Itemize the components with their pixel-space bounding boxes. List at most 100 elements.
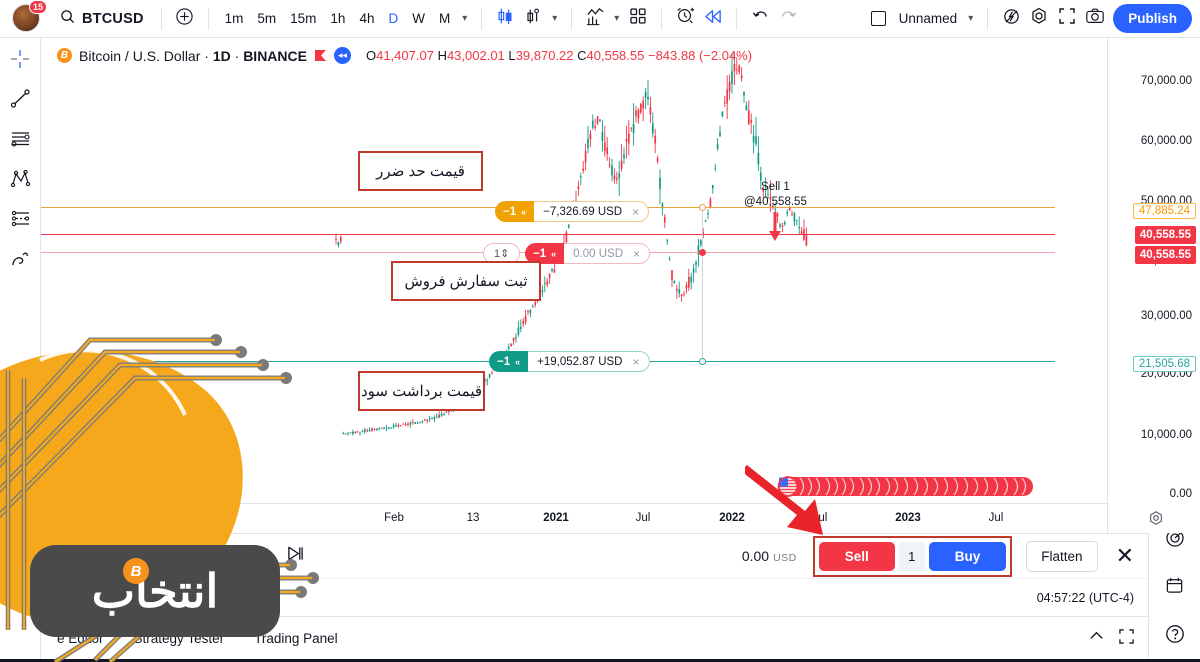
create-alert-button[interactable]	[671, 5, 699, 33]
timeframe-4h[interactable]: 4h	[352, 7, 381, 30]
indicators-chevron-down-icon[interactable]: ▾	[609, 9, 624, 28]
sell-arrow-down-icon	[769, 211, 782, 241]
timeframe-W[interactable]: W	[405, 7, 432, 30]
snapshot-button[interactable]	[1081, 5, 1109, 33]
tab-pine-editor[interactable]: e Editor	[55, 627, 106, 650]
timeframe-D[interactable]: D	[381, 7, 405, 30]
stop-loss-qty[interactable]: −1 «	[495, 201, 535, 222]
tab-trading-panel[interactable]: Trading Panel	[252, 627, 340, 650]
layout-name-label[interactable]: Unnamed	[893, 7, 964, 30]
crosshair-tool[interactable]	[5, 46, 35, 76]
legend-title: Bitcoin / U.S. Dollar · 1D · BINANCE	[79, 47, 307, 64]
export-data-button[interactable]	[130, 584, 160, 612]
entry-collapse-icon[interactable]: «	[551, 249, 556, 259]
time-axis[interactable]: Feb 13 2021 Jul 2022 Jul 2023 Jul	[41, 503, 1148, 533]
filter-all-button[interactable]: All	[55, 586, 81, 609]
undo-button[interactable]	[746, 5, 774, 33]
fullscreen-button[interactable]	[1053, 5, 1081, 33]
replay-jump-to-end-button[interactable]	[280, 542, 310, 570]
panel-controls	[1088, 628, 1134, 650]
layout-select-button[interactable]	[865, 5, 893, 33]
timeframe-1m[interactable]: 1m	[218, 7, 251, 30]
axis-settings-icon[interactable]	[1148, 510, 1164, 531]
bar-style-button[interactable]	[519, 5, 547, 33]
play-icon	[171, 545, 188, 567]
tab-strategy-tester[interactable]: Strategy Tester	[132, 627, 227, 650]
help-panel-button[interactable]	[1159, 620, 1191, 652]
stop-loss-order-pill[interactable]: −1 « −7,326.69 USD ×	[495, 201, 650, 222]
pnl-currency: USD	[773, 552, 797, 564]
chart-legend: B Bitcoin / U.S. Dollar · 1D · BINANCE ◂…	[57, 47, 752, 64]
chart-settings-button[interactable]	[1025, 5, 1053, 33]
add-symbol-button[interactable]	[171, 5, 199, 33]
stop-loss-handle[interactable]	[699, 204, 706, 211]
timeframe-more-chevron-down-icon[interactable]: ▾	[457, 9, 472, 28]
divider	[571, 7, 573, 30]
replay-rewind-icon[interactable]: ◂◂	[333, 47, 351, 64]
stop-loss-collapse-icon[interactable]: «	[521, 207, 526, 217]
current-price-tag[interactable]: 40,558.55	[1134, 226, 1196, 244]
sell-marker-line1: Sell 1	[761, 181, 790, 193]
user-avatar[interactable]: 15	[12, 0, 47, 34]
stop-loss-price-tag[interactable]: 47,885.24	[1132, 203, 1196, 219]
trend-line-tool[interactable]	[5, 86, 35, 116]
quantity-input[interactable]: 1	[898, 541, 925, 571]
horizontal-lines-tool[interactable]	[5, 126, 35, 156]
timeframe-M[interactable]: M	[432, 7, 457, 30]
stop-loss-close-icon[interactable]: ×	[632, 205, 639, 219]
templates-button[interactable]	[624, 5, 652, 33]
order-price-tag[interactable]: 40,558.55	[1134, 246, 1196, 264]
timeframe-15m[interactable]: 15m	[283, 7, 323, 30]
take-profit-price-tag[interactable]: 21,505.68	[1132, 356, 1196, 372]
stop-loss-body: −7,326.69 USD ×	[534, 201, 650, 222]
take-profit-handle[interactable]	[699, 358, 706, 365]
take-profit-order-pill[interactable]: −1 « +19,052.87 USD ×	[489, 351, 650, 372]
indicators-button[interactable]	[581, 5, 609, 33]
alarm-clock-plus-icon	[675, 6, 695, 31]
bar-replay-button[interactable]	[699, 5, 727, 33]
calendar-panel-button[interactable]	[1159, 572, 1191, 604]
camera-icon	[1085, 6, 1105, 31]
entry-close-icon[interactable]: ×	[633, 247, 640, 261]
price-axis[interactable]: 70,000.00 60,000.00 50,000.00 40,000.00 …	[1107, 38, 1200, 533]
quick-save-button[interactable]	[997, 5, 1025, 33]
step-forward-icon	[201, 545, 218, 567]
buy-button[interactable]: Buy	[928, 541, 1007, 571]
timeframe-5m[interactable]: 5m	[250, 7, 283, 30]
annotation-take-profit-price: قیمت برداشت سود	[358, 371, 485, 411]
symbol-search[interactable]: BTCUSD	[52, 6, 152, 32]
time-tick-2022: 2022	[719, 512, 745, 524]
chevron-up-icon[interactable]	[1088, 628, 1105, 650]
price-tick-10000: 10,000.00	[1140, 429, 1192, 441]
export-icon	[136, 587, 154, 608]
entry-handle[interactable]	[699, 249, 706, 256]
chart-style-chevron-down-icon[interactable]: ▾	[547, 9, 562, 28]
annotation-place-sell-order: ثبت سفارش فروش	[391, 261, 541, 301]
replay-play-button[interactable]	[165, 542, 195, 570]
replay-step-forward-button[interactable]	[195, 542, 225, 570]
layout-chevron-down-icon[interactable]: ▾	[963, 9, 978, 28]
redo-button[interactable]	[774, 5, 802, 33]
select-bar-dropdown[interactable]: Select bar ▾	[55, 545, 140, 568]
replay-speed-button[interactable]: 3x	[225, 545, 255, 568]
close-icon[interactable]: ✕	[1116, 545, 1134, 567]
publish-button[interactable]: Publish	[1113, 4, 1192, 33]
pitchfork-tool[interactable]	[5, 166, 35, 196]
rewind-icon	[704, 7, 723, 31]
patterns-tool[interactable]	[5, 206, 35, 236]
flatten-button[interactable]: Flatten	[1026, 540, 1098, 572]
quick-save-icon	[1002, 7, 1021, 31]
maximize-icon[interactable]	[1119, 628, 1134, 649]
take-profit-collapse-icon[interactable]: «	[515, 357, 520, 367]
time-tick-feb: Feb	[384, 512, 404, 524]
timeframe-1h[interactable]: 1h	[323, 7, 352, 30]
chart-style-button[interactable]	[491, 5, 519, 33]
horizontal-lines-icon	[10, 128, 31, 154]
entry-order-pill[interactable]: −1 « 0.00 USD ×	[525, 243, 651, 264]
bitcoin-coin-icon: B	[57, 48, 72, 63]
take-profit-close-icon[interactable]: ×	[633, 355, 640, 369]
take-profit-qty[interactable]: −1 «	[489, 351, 529, 372]
brush-tool[interactable]	[5, 246, 35, 276]
current-price-line[interactable]	[41, 234, 1055, 235]
chart-canvas[interactable]: B Bitcoin / U.S. Dollar · 1D · BINANCE ◂…	[41, 38, 1148, 533]
